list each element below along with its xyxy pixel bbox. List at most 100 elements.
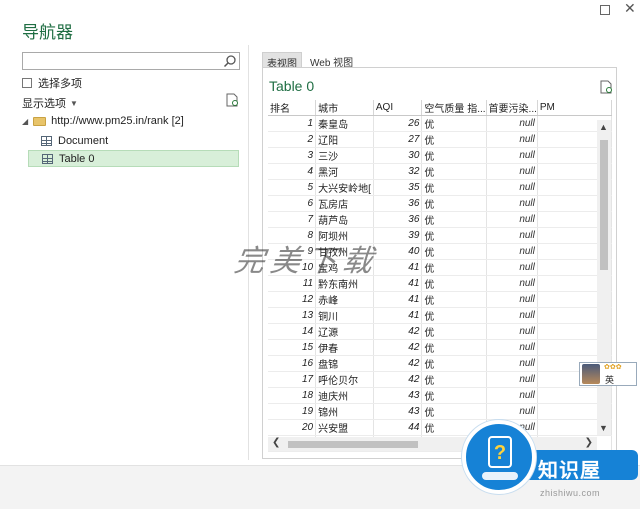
quality-cell[interactable]: 优 [421,307,487,324]
tree-root-node[interactable]: ◢ http://www.pm25.in/rank [2] [22,115,184,127]
quality-cell[interactable]: 优 [421,211,487,228]
pollutant-cell[interactable]: null [486,243,538,260]
city-cell[interactable]: 黑河 [315,163,374,180]
pollutant-cell[interactable]: null [486,195,538,212]
rank-cell[interactable]: 5 [268,179,317,196]
aqi-cell[interactable]: 36 [373,211,423,228]
rank-cell[interactable]: 17 [268,371,317,388]
close-icon[interactable]: ✕ [624,1,636,15]
aqi-cell[interactable]: 43 [373,403,423,420]
column-header[interactable]: PM [537,100,612,116]
pollutant-cell[interactable]: null [486,291,538,308]
quality-cell[interactable]: 优 [421,115,487,132]
table-row[interactable]: 15 伊春 42 优 null [268,339,612,356]
aqi-cell[interactable]: 27 [373,131,423,148]
pollutant-cell[interactable]: null [486,307,538,324]
quality-cell[interactable]: 优 [421,259,487,276]
rank-cell[interactable]: 12 [268,291,317,308]
rank-cell[interactable]: 20 [268,419,317,436]
rank-cell[interactable]: 3 [268,147,317,164]
rank-cell[interactable]: 13 [268,307,317,324]
aqi-cell[interactable]: 43 [373,387,423,404]
vertical-scrollbar[interactable]: ▲ ▼ [597,120,611,435]
table-row[interactable]: 18 迪庆州 43 优 null [268,387,612,404]
quality-cell[interactable]: 优 [421,179,487,196]
table-row[interactable]: 7 葫芦岛 36 优 null [268,211,612,228]
refresh-page-icon[interactable] [600,80,613,97]
table-row[interactable]: 3 三沙 30 优 null [268,147,612,164]
quality-cell[interactable]: 优 [421,195,487,212]
table-row[interactable]: 14 辽源 42 优 null [268,323,612,340]
pollutant-cell[interactable]: null [486,227,538,244]
city-cell[interactable]: 铜川 [315,307,374,324]
column-header[interactable]: 排名 [268,100,317,116]
column-header[interactable]: 首要污染... [486,100,538,116]
scroll-thumb[interactable] [600,140,608,270]
table-row[interactable]: 2 辽阳 27 优 null [268,131,612,148]
quality-cell[interactable]: 优 [421,339,487,356]
refresh-page-icon[interactable] [226,93,239,110]
city-cell[interactable]: 兴安盟 [315,419,374,436]
quality-cell[interactable]: 优 [421,163,487,180]
aqi-cell[interactable]: 41 [373,275,423,292]
aqi-cell[interactable]: 36 [373,195,423,212]
pollutant-cell[interactable]: null [486,259,538,276]
city-cell[interactable]: 伊春 [315,339,374,356]
city-cell[interactable]: 大兴安岭地[ [315,179,374,196]
aqi-cell[interactable]: 26 [373,115,423,132]
city-cell[interactable]: 瓦房店 [315,195,374,212]
rank-cell[interactable]: 2 [268,131,317,148]
aqi-cell[interactable]: 32 [373,163,423,180]
column-header[interactable]: AQI [373,100,423,116]
pollutant-cell[interactable]: null [486,275,538,292]
table-row[interactable]: 13 铜川 41 优 null [268,307,612,324]
rank-cell[interactable]: 18 [268,387,317,404]
aqi-cell[interactable]: 42 [373,339,423,356]
pollutant-cell[interactable]: null [486,355,538,372]
tree-item-document[interactable]: Document [28,132,239,149]
rank-cell[interactable]: 14 [268,323,317,340]
city-cell[interactable]: 迪庆州 [315,387,374,404]
aqi-cell[interactable]: 42 [373,371,423,388]
aqi-cell[interactable]: 42 [373,323,423,340]
table-row[interactable]: 17 呼伦贝尔 42 优 null [268,371,612,388]
tree-item-table0[interactable]: Table 0 [28,150,239,167]
city-cell[interactable]: 呼伦贝尔 [315,371,374,388]
pollutant-cell[interactable]: null [486,147,538,164]
quality-cell[interactable]: 优 [421,355,487,372]
city-cell[interactable]: 赤峰 [315,291,374,308]
table-row[interactable]: 16 盘锦 42 优 null [268,355,612,372]
select-multiple-option[interactable]: 选择多项 [22,75,82,91]
pollutant-cell[interactable]: null [486,371,538,388]
pollutant-cell[interactable]: null [486,211,538,228]
pollutant-cell[interactable]: null [486,323,538,340]
pollutant-cell[interactable]: null [486,163,538,180]
city-cell[interactable]: 秦皇岛 [315,115,374,132]
table-row[interactable]: 6 瓦房店 36 优 null [268,195,612,212]
ime-language-label[interactable]: 英 [605,373,614,386]
rank-cell[interactable]: 7 [268,211,317,228]
rank-cell[interactable]: 6 [268,195,317,212]
quality-cell[interactable]: 优 [421,147,487,164]
table-row[interactable]: 1 秦皇岛 26 优 null [268,115,612,132]
city-cell[interactable]: 辽阳 [315,131,374,148]
quality-cell[interactable]: 优 [421,323,487,340]
table-row[interactable]: 5 大兴安岭地[35 优 null [268,179,612,196]
pollutant-cell[interactable]: null [486,339,538,356]
quality-cell[interactable]: 优 [421,387,487,404]
display-options-dropdown[interactable]: 显示选项 ▼ [22,95,78,111]
rank-cell[interactable]: 1 [268,115,317,132]
quality-cell[interactable]: 优 [421,227,487,244]
expand-triangle-icon[interactable]: ◢ [22,117,28,126]
aqi-cell[interactable]: 35 [373,179,423,196]
rank-cell[interactable]: 16 [268,355,317,372]
city-cell[interactable]: 三沙 [315,147,374,164]
city-cell[interactable]: 葫芦岛 [315,211,374,228]
quality-cell[interactable]: 优 [421,291,487,308]
rank-cell[interactable]: 15 [268,339,317,356]
rank-cell[interactable]: 19 [268,403,317,420]
column-header[interactable]: 空气质量 指... [421,100,487,116]
ime-toolbar[interactable]: ✿✿✿ 英 [579,362,637,386]
table-row[interactable]: 4 黑河 32 优 null [268,163,612,180]
aqi-cell[interactable]: 44 [373,419,423,436]
